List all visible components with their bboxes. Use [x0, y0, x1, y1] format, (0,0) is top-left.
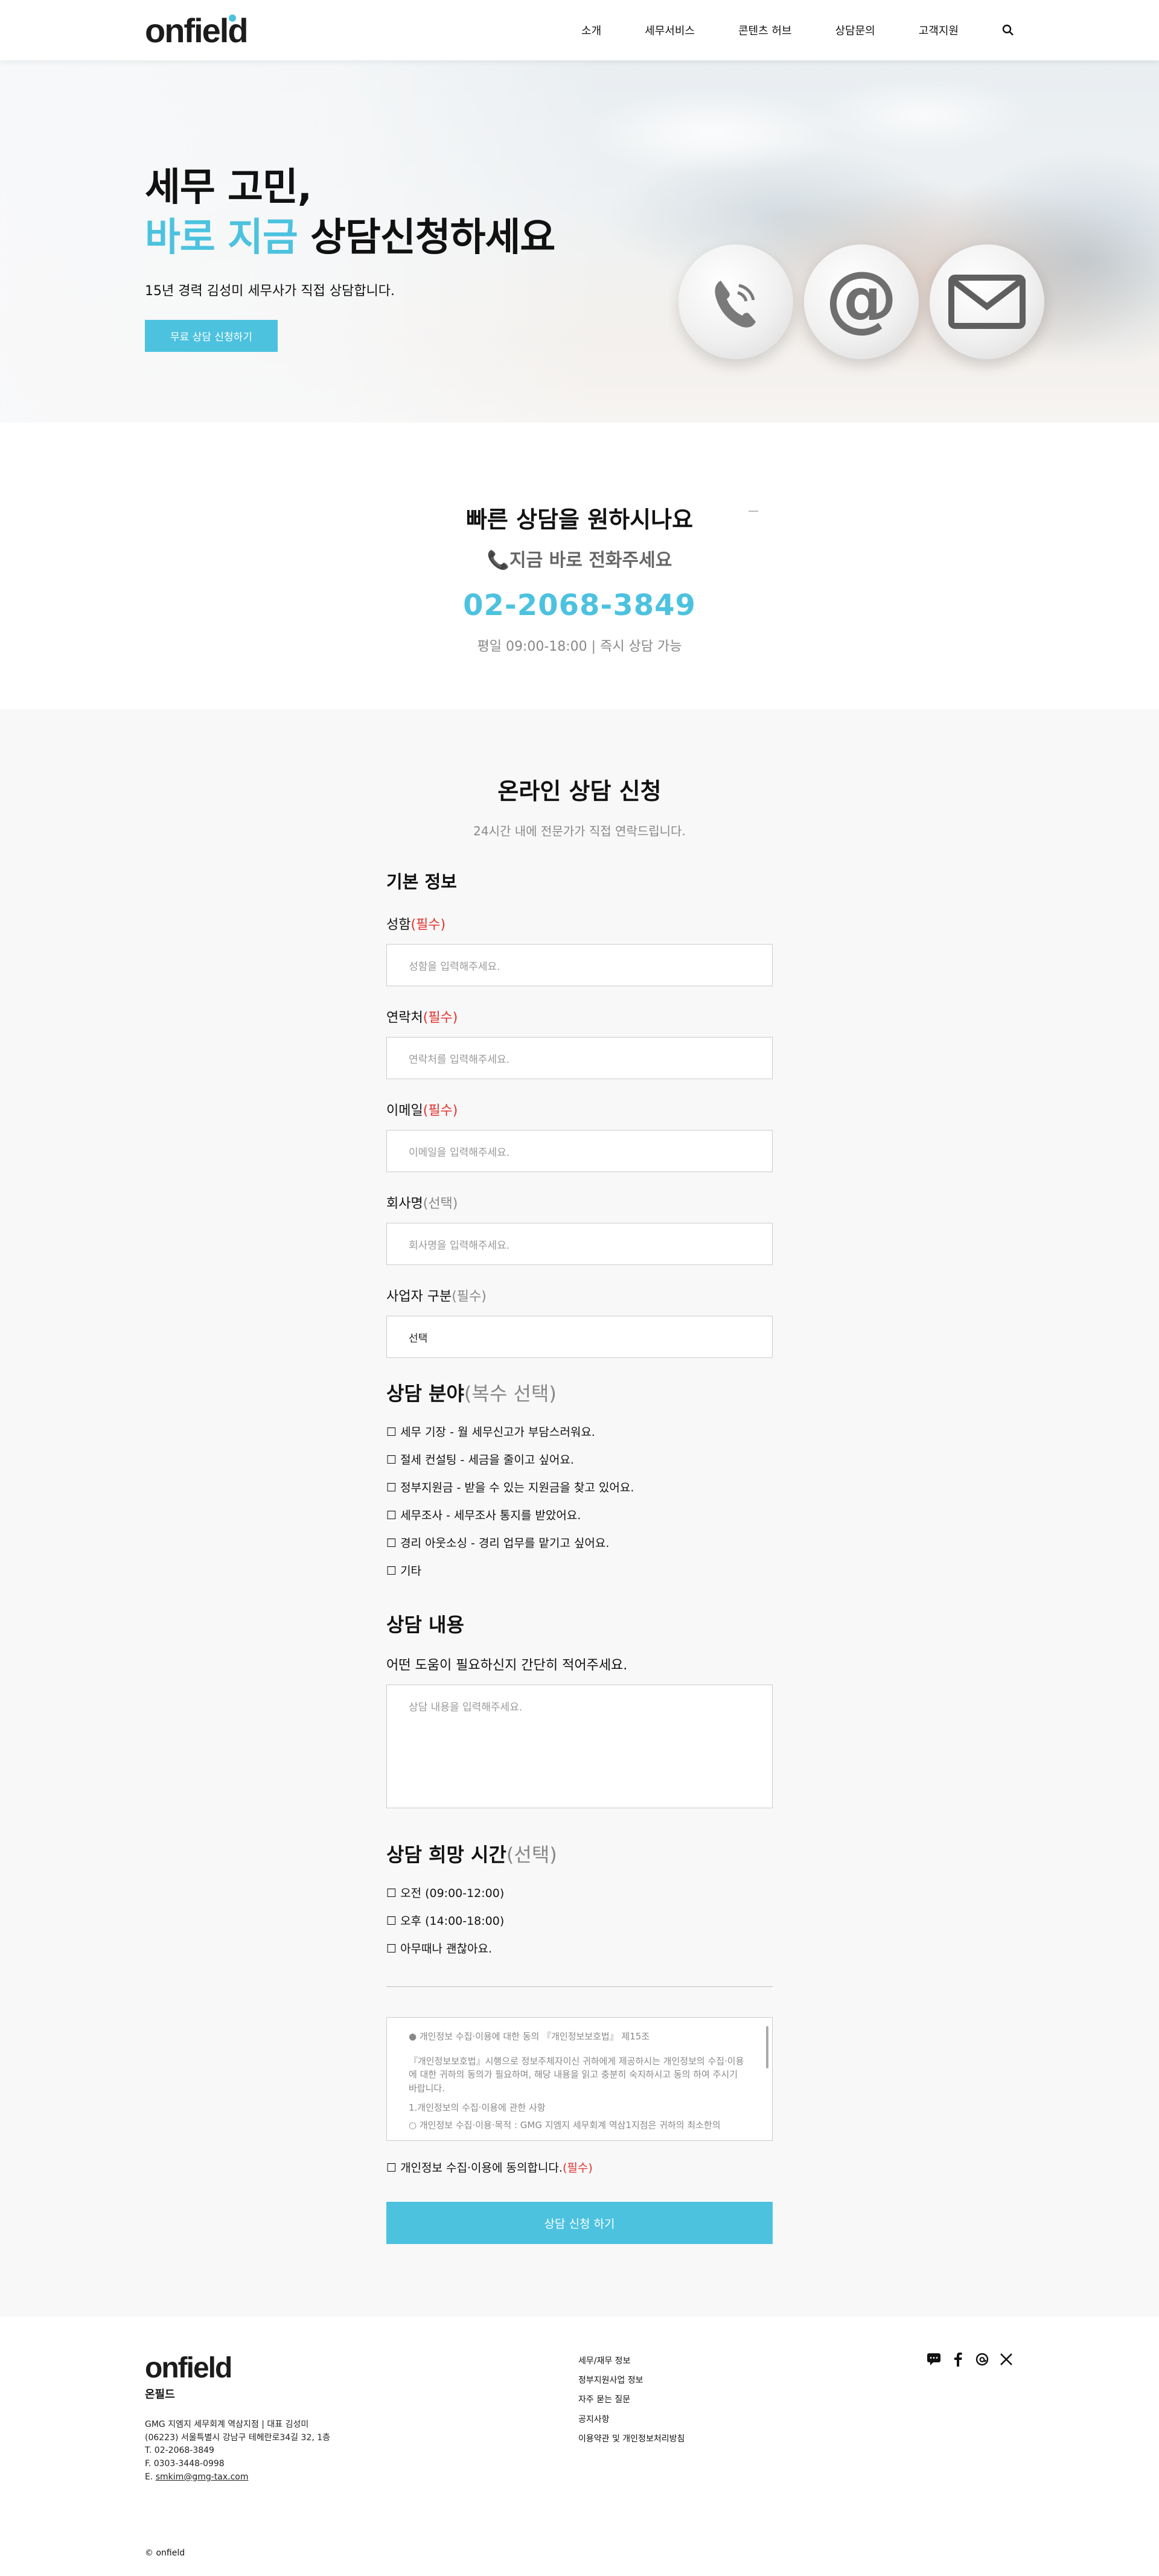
- quick-contact-section: 빠른 상담을 원하시나요 📞지금 바로 전화주세요 02-2068-3849 평…: [0, 422, 1159, 709]
- nav-tax-service[interactable]: 세무서비스: [645, 22, 695, 38]
- business-type-select[interactable]: 선택: [386, 1316, 773, 1358]
- check-other[interactable]: ☐ 기타: [386, 1562, 773, 1578]
- office-hours: 평일 09:00-18:00 | 즉시 상담 가능: [477, 639, 682, 654]
- submit-button[interactable]: 상담 신청 하기: [386, 2202, 773, 2244]
- x-icon[interactable]: [998, 2351, 1014, 2367]
- consult-field-checks: ☐ 세무 기장 - 월 세무신고가 부담스러워요. ☐ 절세 컨설팅 - 세금을…: [386, 1423, 773, 1578]
- nav-content-hub[interactable]: 콘텐츠 허브: [738, 22, 792, 38]
- quick-subtitle: 📞지금 바로 전화주세요: [487, 550, 672, 571]
- consult-content-textarea[interactable]: 상담 내용을 입력해주세요.: [386, 1685, 773, 1808]
- name-label: 성함(필수): [386, 917, 446, 933]
- footer-link-gov-support[interactable]: 정부지원사업 정보: [578, 2371, 685, 2390]
- site-logo[interactable]: onfield: [145, 11, 249, 50]
- consult-content-label: 어떤 도움이 필요하신지 간단히 적어주세요.: [386, 1658, 628, 1673]
- check-bookkeeping[interactable]: ☐ 세무 기장 - 월 세무신고가 부담스러워요.: [386, 1423, 773, 1439]
- at-sphere-icon: @: [804, 244, 919, 359]
- phone-icon: 📞: [487, 550, 510, 571]
- company-input[interactable]: 회사명을 입력해주세요.: [386, 1223, 773, 1265]
- business-type-label: 사업자 구분(필수): [386, 1289, 487, 1304]
- logo-dot: [229, 14, 236, 22]
- nav-support[interactable]: 고객지원: [919, 22, 959, 38]
- decor-dash: [749, 511, 758, 512]
- facebook-icon[interactable]: [950, 2351, 966, 2367]
- footer-link-terms[interactable]: 이용약관 및 개인정보처리방침: [578, 2429, 685, 2449]
- svg-text:@: @: [825, 263, 898, 340]
- phone-label: 연락처(필수): [386, 1010, 458, 1025]
- site-header: onfield 소개 세무서비스 콘텐츠 허브 상담문의 고객지원: [0, 0, 1159, 60]
- phone-input[interactable]: 연락처를 입력해주세요.: [386, 1037, 773, 1079]
- preferred-time-heading: 상담 희망 시간(선택): [386, 1843, 557, 1866]
- threads-icon[interactable]: [974, 2351, 990, 2367]
- basic-info-heading: 기본 정보: [386, 872, 457, 892]
- mail-sphere-icon: [930, 244, 1044, 359]
- footer-link-notice[interactable]: 공지사항: [578, 2410, 685, 2429]
- preferred-time-checks: ☐ 오전 (09:00-12:00) ☐ 오후 (14:00-18:00) ☐ …: [386, 1884, 773, 1956]
- privacy-scrollbar[interactable]: [766, 2026, 768, 2068]
- footer-link-tax-info[interactable]: 세무/재무 정보: [578, 2351, 685, 2371]
- copyright: © onfield: [145, 2548, 185, 2558]
- site-footer: onfield 온필드 GMG 지엠지 세무회계 역삼지점 | 대표 김성미 (…: [0, 2316, 1159, 2576]
- online-consult-section: 온라인 상담 신청 24시간 내에 전문가가 직접 연락드립니다. 기본 정보 …: [0, 709, 1159, 2316]
- social-links: [926, 2351, 1014, 2367]
- check-gov-support[interactable]: ☐ 정부지원금 - 받을 수 있는 지원금을 찾고 있어요.: [386, 1479, 773, 1495]
- name-input[interactable]: 성함을 입력해주세요.: [386, 944, 773, 986]
- email-label: 이메일(필수): [386, 1103, 458, 1118]
- phone-sphere-icon: [678, 244, 793, 359]
- consult-content-heading: 상담 내용: [386, 1613, 464, 1636]
- nav-about[interactable]: 소개: [581, 22, 601, 38]
- phone-number[interactable]: 02-2068-3849: [0, 588, 1159, 622]
- check-anytime[interactable]: ☐ 아무때나 괜찮아요.: [386, 1940, 773, 1956]
- check-tax-audit[interactable]: ☐ 세무조사 - 세무조사 통지를 받았어요.: [386, 1506, 773, 1523]
- form-subtitle: 24시간 내에 전문가가 직접 연락드립니다.: [473, 824, 686, 838]
- footer-email-link[interactable]: smkim@gmg-tax.com: [156, 2472, 249, 2482]
- privacy-agree-check[interactable]: ☐ 개인정보 수집·이용에 동의합니다.(필수): [386, 2159, 773, 2175]
- talk-icon[interactable]: [926, 2351, 942, 2367]
- check-afternoon[interactable]: ☐ 오후 (14:00-18:00): [386, 1912, 773, 1928]
- divider: [386, 1986, 773, 1987]
- hero-section: 세무 고민, 바로 지금 상담신청하세요 15년 경력 김성미 세무사가 직접 …: [0, 60, 1159, 422]
- main-nav: 소개 세무서비스 콘텐츠 허브 상담문의 고객지원: [581, 22, 1014, 38]
- company-label: 회사명(선택): [386, 1196, 458, 1211]
- form-title: 온라인 상담 신청: [497, 778, 662, 805]
- nav-consult[interactable]: 상담문의: [835, 22, 875, 38]
- check-accounting-outsourcing[interactable]: ☐ 경리 아웃소싱 - 경리 업무를 맡기고 싶어요.: [386, 1534, 773, 1551]
- footer-links: 세무/재무 정보 정부지원사업 정보 자주 묻는 질문 공지사항 이용약관 및 …: [578, 2351, 685, 2449]
- consult-form: 기본 정보 성함(필수) 성함을 입력해주세요. 연락처(필수) 연락처를 입력…: [386, 868, 773, 2244]
- consult-field-heading: 상담 분야(복수 선택): [386, 1382, 557, 1405]
- quick-title: 빠른 상담을 원하시나요: [465, 506, 694, 533]
- email-input[interactable]: 이메일을 입력해주세요.: [386, 1130, 773, 1172]
- footer-link-faq[interactable]: 자주 묻는 질문: [578, 2390, 685, 2409]
- free-consult-button[interactable]: 무료 상담 신청하기: [145, 320, 278, 352]
- privacy-policy-box[interactable]: ● 개인정보 수집·이용에 대한 동의 『개인정보보호법』 제15조 『개인정보…: [386, 2017, 773, 2141]
- search-icon[interactable]: [1002, 24, 1014, 36]
- check-tax-saving[interactable]: ☐ 절세 컨설팅 - 세금을 줄이고 싶어요.: [386, 1451, 773, 1467]
- hero-title-accent: 바로 지금: [145, 215, 298, 261]
- check-morning[interactable]: ☐ 오전 (09:00-12:00): [386, 1884, 773, 1901]
- contact-spheres: @: [678, 244, 1044, 359]
